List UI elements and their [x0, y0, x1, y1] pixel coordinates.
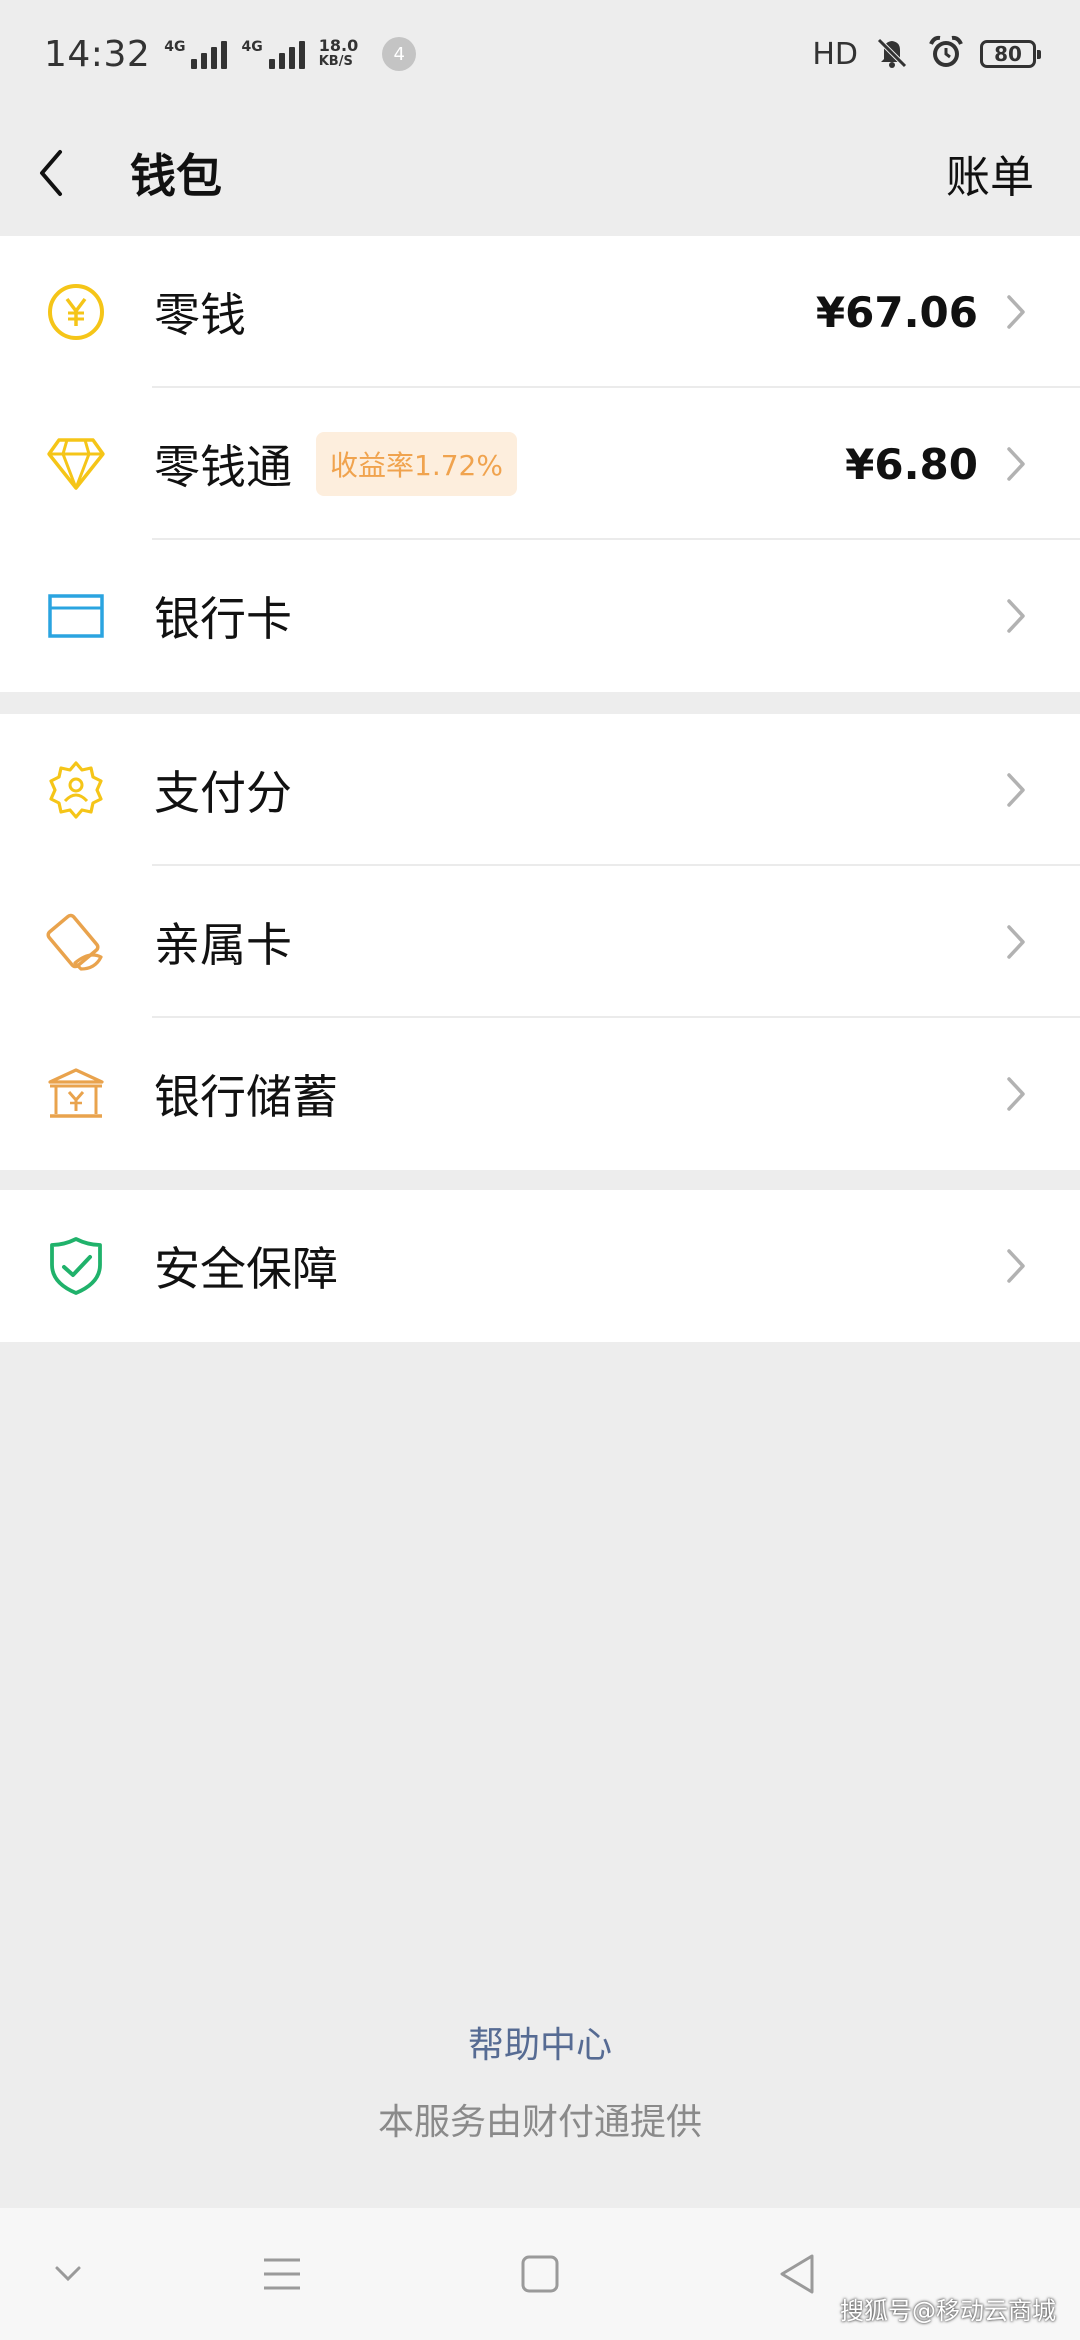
- menu-item-label: 银行卡: [154, 592, 292, 646]
- menu-item-security[interactable]: 安全保障: [0, 1190, 1080, 1342]
- chevron-right-icon: [996, 1074, 1036, 1114]
- network-type-1: 4G: [164, 39, 186, 55]
- menu-icon: [264, 2258, 300, 2290]
- bank-savings-icon: [38, 1056, 114, 1132]
- network-speed-value: 18.0: [318, 36, 359, 55]
- network-speed: 18.0 KB/S: [319, 38, 358, 70]
- status-right: HD 80: [812, 32, 1041, 76]
- network-speed-unit: KB/S: [318, 54, 353, 69]
- chevron-left-icon: [40, 150, 62, 196]
- collapse-nav-button[interactable]: [44, 2250, 92, 2298]
- chevron-right-icon: [996, 770, 1036, 810]
- menu-item-change-plus[interactable]: 零钱通 收益率1.72% ¥6.80: [0, 388, 1080, 540]
- yield-rate-badge: 收益率1.72%: [316, 432, 517, 496]
- signal-icon: 4G: [164, 39, 228, 69]
- menu-item-bank-card[interactable]: 银行卡: [0, 540, 1080, 692]
- family-card-icon: [38, 904, 114, 980]
- menu-item-label: 零钱: [154, 288, 246, 342]
- network-type-2: 4G: [241, 39, 263, 55]
- system-nav-bar: 搜狐号@移动云商城: [0, 2208, 1080, 2340]
- chevron-right-icon: [996, 922, 1036, 962]
- chevron-right-icon: [996, 292, 1036, 332]
- chevron-right-icon: [996, 444, 1036, 484]
- back-nav-button[interactable]: [772, 2250, 820, 2298]
- header: 钱包 账单: [0, 108, 1080, 238]
- menu-item-label: 亲属卡: [154, 918, 292, 972]
- chevron-down-icon: [55, 2266, 81, 2282]
- status-bar: 14:32 4G 4G 18.0 KB/S 4 HD 80: [0, 0, 1080, 108]
- menu-item-change[interactable]: 零钱 ¥67.06: [0, 236, 1080, 388]
- pay-score-icon: [38, 752, 114, 828]
- services-group: 支付分 亲属卡 银行储蓄: [0, 714, 1080, 1170]
- bank-card-icon: [38, 578, 114, 654]
- battery-indicator: 80: [980, 40, 1041, 68]
- signal-icon-2: 4G: [241, 39, 305, 69]
- back-button[interactable]: [36, 133, 96, 213]
- notification-count-badge: 4: [382, 37, 417, 71]
- chevron-right-icon: [996, 596, 1036, 636]
- diamond-icon: [38, 426, 114, 502]
- triangle-back-icon: [780, 2254, 814, 2294]
- home-nav-button[interactable]: [516, 2250, 564, 2298]
- menu-item-family-card[interactable]: 亲属卡: [0, 866, 1080, 1018]
- battery-level: 80: [994, 42, 1022, 66]
- shield-check-icon: [38, 1228, 114, 1304]
- square-home-icon: [521, 2255, 559, 2293]
- menu-item-label: 支付分: [154, 766, 292, 820]
- wallet-screen: 14:32 4G 4G 18.0 KB/S 4 HD 80 钱包 账单 零钱 ¥…: [0, 0, 1080, 2340]
- change-balance: ¥67.06: [815, 287, 978, 337]
- status-left: 14:32 4G 4G 18.0 KB/S 4: [44, 33, 417, 75]
- menu-item-label: 安全保障: [154, 1242, 338, 1296]
- menu-item-bank-savings[interactable]: 银行储蓄: [0, 1018, 1080, 1170]
- bill-button[interactable]: 账单: [946, 141, 1034, 205]
- menu-item-label: 零钱通: [154, 440, 292, 494]
- menu-item-label: 银行储蓄: [154, 1070, 338, 1124]
- yuan-coin-icon: [38, 274, 114, 350]
- security-group: 安全保障: [0, 1190, 1080, 1342]
- watermark: 搜狐号@移动云商城: [840, 2297, 1056, 2325]
- balance-group: 零钱 ¥67.06 零钱通 收益率1.72% ¥6.80 银行卡: [0, 236, 1080, 692]
- provider-text: 本服务由财付通提供: [377, 2102, 702, 2143]
- mute-bell-icon: [872, 32, 912, 76]
- alarm-clock-icon: [926, 32, 966, 76]
- menu-item-pay-score[interactable]: 支付分: [0, 714, 1080, 866]
- chevron-right-icon: [996, 1246, 1036, 1286]
- hd-indicator: HD: [812, 36, 858, 72]
- menu-nav-button[interactable]: [258, 2250, 306, 2298]
- page-title: 钱包: [130, 149, 222, 203]
- status-time: 14:32: [44, 33, 151, 75]
- help-center-link[interactable]: 帮助中心: [0, 2016, 1080, 2068]
- change-plus-balance: ¥6.80: [845, 439, 978, 489]
